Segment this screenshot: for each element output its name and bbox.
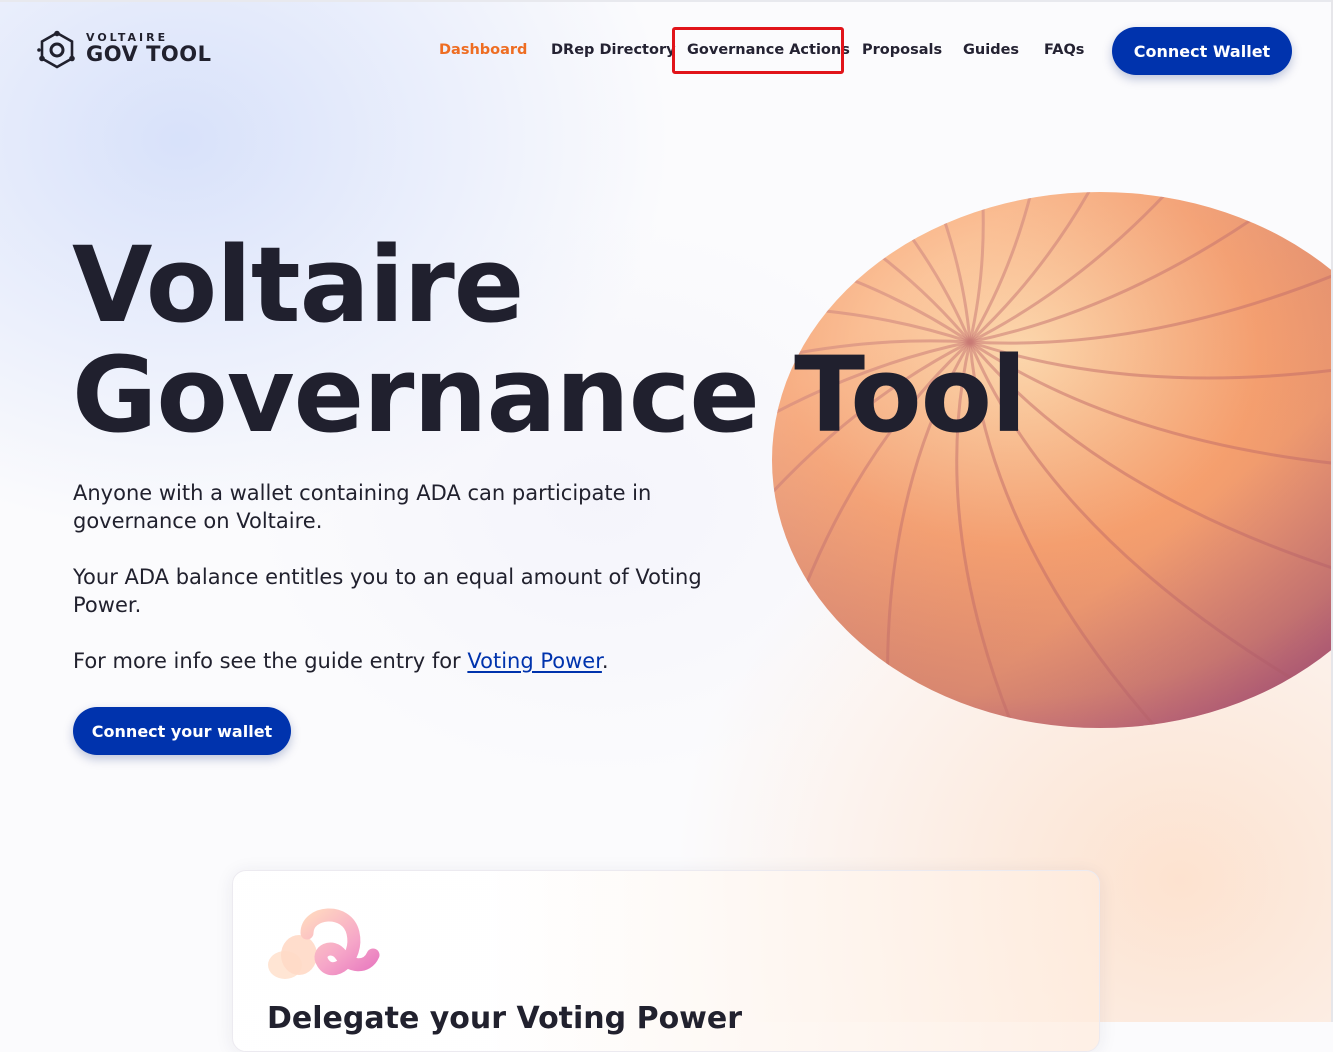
connect-wallet-button[interactable]: Connect Wallet (1112, 27, 1292, 75)
hero-paragraph-balance: Your ADA balance entitles you to an equa… (73, 565, 702, 617)
voting-power-link[interactable]: Voting Power (467, 649, 602, 673)
hero-paragraph-more-info: For more info see the guide entry for Vo… (73, 647, 713, 675)
more-info-prefix: For more info see the guide entry for (73, 649, 468, 673)
nav-proposals[interactable]: Proposals (862, 40, 942, 60)
nav-faqs[interactable]: FAQs (1044, 40, 1084, 60)
connect-your-wallet-button[interactable]: Connect your wallet (73, 707, 291, 755)
logo-hexagon-icon (37, 30, 75, 69)
logo-main-text: GOV TOOL (86, 42, 212, 66)
hero-title-line-2: Governance Tool (72, 334, 1027, 456)
hero-title-line-1: Voltaire (72, 224, 524, 346)
governance-actions-highlight-box (672, 27, 844, 74)
hero-title: Voltaire Governance Tool (72, 224, 1027, 456)
top-navigation-bar: VOLTAIRE GOV TOOL Dashboard DRep Directo… (0, 0, 1333, 100)
card-title: Delegate your Voting Power (267, 1001, 743, 1036)
delegate-voting-power-card[interactable]: Delegate your Voting Power (232, 870, 1100, 1052)
nav-drep-directory[interactable]: DRep Directory (551, 40, 676, 60)
more-info-suffix: . (601, 649, 609, 673)
hero-paragraph-wallet: Anyone with a wallet containing ADA can … (73, 481, 652, 533)
voltaire-gov-tool-logo[interactable]: VOLTAIRE GOV TOOL (37, 28, 217, 70)
nav-guides[interactable]: Guides (963, 40, 1019, 60)
delegate-swirl-icon (268, 908, 380, 979)
nav-dashboard[interactable]: Dashboard (439, 40, 527, 60)
